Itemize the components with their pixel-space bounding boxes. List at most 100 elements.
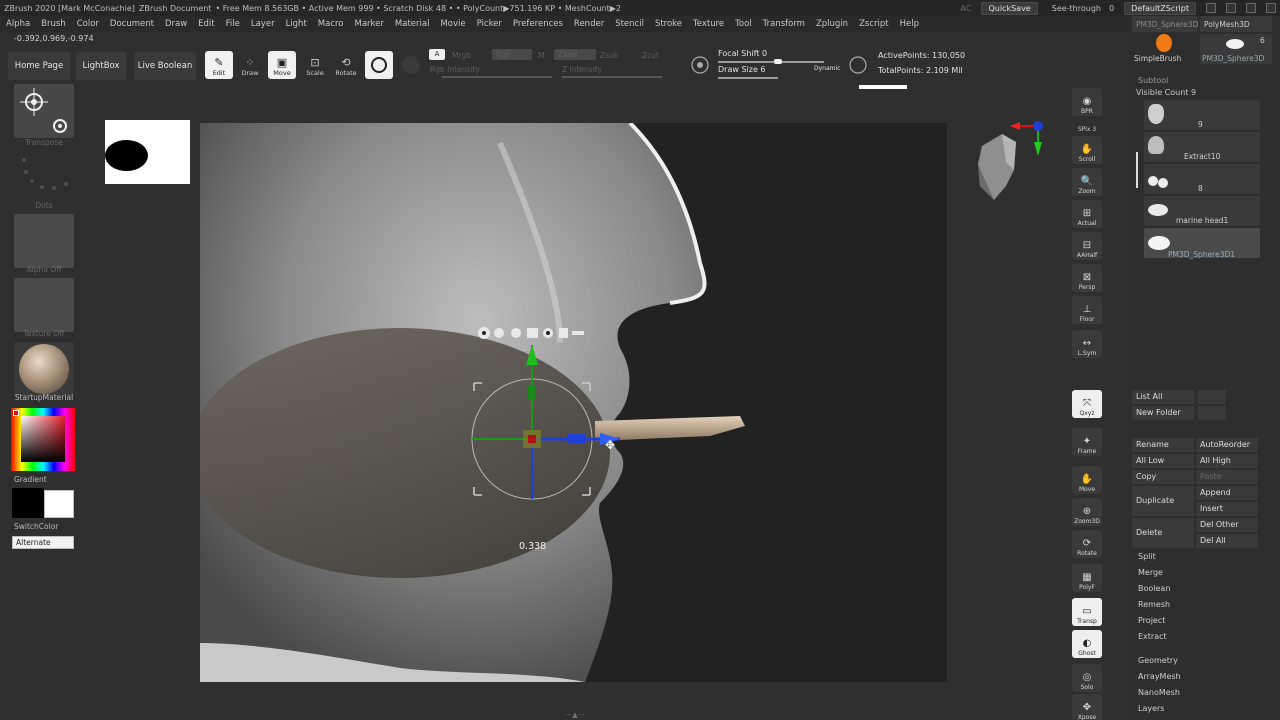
- rename-button[interactable]: Rename: [1132, 438, 1194, 452]
- menu-draw[interactable]: Draw: [165, 19, 187, 29]
- maximize-icon[interactable]: [1246, 3, 1256, 13]
- extract-section[interactable]: Extract: [1138, 632, 1167, 641]
- bottom-tray-handle-icon[interactable]: ···▲···: [530, 712, 620, 719]
- dock-zoom3d-button[interactable]: ⊕ Zoom3D: [1072, 498, 1102, 526]
- menu-material[interactable]: Material: [395, 19, 430, 29]
- transpose-button[interactable]: [14, 84, 74, 138]
- help-icon[interactable]: [1206, 3, 1216, 13]
- dock-polyf-button[interactable]: ▦ PolyF: [1072, 564, 1102, 592]
- dynamic-button[interactable]: Dynamic: [814, 65, 840, 72]
- edit-button[interactable]: ✎ Edit: [205, 51, 233, 79]
- dock-l-sym-button[interactable]: ↔ L.Sym: [1072, 330, 1102, 358]
- list-all-button[interactable]: List All: [1132, 390, 1194, 404]
- focal-shift-slider[interactable]: Focal Shift 0: [718, 49, 767, 58]
- subtool-item[interactable]: 9: [1144, 100, 1260, 130]
- dock-actual-button[interactable]: ⊞ Actual: [1072, 200, 1102, 228]
- menu-preferences[interactable]: Preferences: [513, 19, 563, 29]
- insert-button[interactable]: Insert: [1196, 502, 1258, 516]
- texture-button[interactable]: [14, 278, 74, 332]
- dock-transp-button[interactable]: ▭ Transp: [1072, 598, 1102, 626]
- subtool-item[interactable]: Extract10: [1144, 132, 1260, 162]
- geometry-section[interactable]: Geometry: [1138, 656, 1178, 665]
- dock-xpose-button[interactable]: ✥ Xpose: [1072, 694, 1102, 720]
- dock-qxyz-button[interactable]: ⤧ Qxyz: [1072, 390, 1102, 418]
- boolean-section[interactable]: Boolean: [1138, 584, 1170, 593]
- move-button[interactable]: ▣ Move: [268, 51, 296, 79]
- lightbox-button[interactable]: LightBox: [76, 52, 126, 80]
- brush-size-icon[interactable]: [848, 55, 868, 75]
- autoreorder-button[interactable]: AutoReorder: [1196, 438, 1258, 452]
- see-through-slider[interactable]: See-through 0: [1048, 4, 1114, 13]
- dock-solo-button[interactable]: ◎ Solo: [1072, 664, 1102, 692]
- material-button[interactable]: [14, 342, 74, 396]
- menu-alpha[interactable]: Alpha: [6, 19, 30, 29]
- dock-persp-button[interactable]: ⊠ Persp: [1072, 264, 1102, 292]
- subtool-item[interactable]: marine head1: [1144, 196, 1260, 226]
- copy-button[interactable]: Copy: [1132, 470, 1194, 484]
- live-boolean-button[interactable]: Live Boolean: [134, 52, 196, 80]
- menu-brush[interactable]: Brush: [41, 19, 66, 29]
- dock-ghost-button[interactable]: ◐ Ghost: [1072, 630, 1102, 658]
- dock-zoom-button[interactable]: 🔍 Zoom: [1072, 168, 1102, 196]
- paste-button[interactable]: Paste: [1196, 470, 1258, 484]
- dock-floor-button[interactable]: ⊥ Floor: [1072, 296, 1102, 324]
- switchcolor-button[interactable]: SwitchColor: [14, 522, 74, 531]
- focal-shift-icon[interactable]: [690, 55, 710, 75]
- viewport-canvas[interactable]: ✥: [200, 123, 947, 682]
- menu-stroke[interactable]: Stroke: [655, 19, 682, 29]
- tool-thumb-pm3d[interactable]: PM3D_Sphere3D: [1132, 16, 1198, 32]
- draw-size-slider[interactable]: Draw Size 6: [718, 65, 766, 74]
- m-button[interactable]: M: [538, 51, 544, 60]
- draw-button[interactable]: ⁘ Draw: [236, 51, 264, 79]
- split-section[interactable]: Split: [1138, 552, 1156, 561]
- menu-transform[interactable]: Transform: [763, 19, 805, 29]
- quicksave-button[interactable]: QuickSave: [981, 1, 1038, 15]
- zadd-button[interactable]: Zadd: [554, 49, 596, 60]
- alpha-button[interactable]: [14, 214, 74, 268]
- z-intensity-slider[interactable]: Z Intensity: [562, 65, 602, 74]
- subtool-header[interactable]: Subtool: [1138, 76, 1168, 85]
- menu-help[interactable]: Help: [900, 19, 919, 29]
- rotate-button[interactable]: ⟲ Rotate: [332, 51, 360, 79]
- layers-section[interactable]: Layers: [1138, 704, 1164, 713]
- nanomesh-section[interactable]: NanoMesh: [1138, 688, 1180, 697]
- menu-edit[interactable]: Edit: [198, 19, 214, 29]
- alpha-a-icon[interactable]: A: [429, 49, 445, 60]
- secondary-color-swatch[interactable]: [44, 490, 74, 518]
- primary-color-swatch[interactable]: [12, 488, 44, 518]
- dock-frame-button[interactable]: ✦ Frame: [1072, 428, 1102, 456]
- rgb-intensity-slider[interactable]: Rgb Intensity: [430, 65, 480, 74]
- dock-bpr-button[interactable]: ◉ BPR: [1072, 88, 1102, 116]
- menu-zplugin[interactable]: Zplugin: [816, 19, 848, 29]
- mrgb-button[interactable]: Mrgb: [452, 51, 471, 60]
- material-sphere-icon[interactable]: [402, 56, 420, 74]
- dock-move-button[interactable]: ✋ Move: [1072, 466, 1102, 494]
- home-page-button[interactable]: Home Page: [8, 52, 70, 80]
- minimize-icon[interactable]: [1226, 3, 1236, 13]
- dock-spix-3-button[interactable]: SPix 3: [1072, 120, 1102, 134]
- duplicate-button[interactable]: Duplicate: [1132, 486, 1194, 516]
- menu-texture[interactable]: Texture: [693, 19, 724, 29]
- gizmo-toggle-button[interactable]: [365, 51, 393, 79]
- focal-shift-knob[interactable]: [774, 59, 782, 64]
- append-button[interactable]: Append: [1196, 486, 1258, 500]
- dock-rotate-button[interactable]: ⟳ Rotate: [1072, 530, 1102, 558]
- orientation-head-icon[interactable]: [968, 116, 1050, 206]
- close-icon[interactable]: [1266, 3, 1276, 13]
- menu-file[interactable]: File: [226, 19, 240, 29]
- menu-render[interactable]: Render: [574, 19, 604, 29]
- alternate-button[interactable]: Alternate: [12, 536, 74, 549]
- dock-aahalf-button[interactable]: ⊟ AAHalf: [1072, 232, 1102, 260]
- scale-button[interactable]: ⊡ Scale: [301, 51, 329, 79]
- navigation-preview[interactable]: [105, 120, 190, 184]
- dock-scroll-button[interactable]: ✋ Scroll: [1072, 136, 1102, 164]
- menu-movie[interactable]: Movie: [440, 19, 465, 29]
- rgb-button[interactable]: Rgb: [492, 49, 532, 60]
- all-high-button[interactable]: All High: [1196, 454, 1258, 468]
- color-picker[interactable]: [11, 408, 75, 471]
- polymesh-button[interactable]: 6 PM3D_Sphere3D: [1200, 34, 1272, 64]
- subtool-scrollbar[interactable]: [1136, 152, 1138, 188]
- del-all-button[interactable]: Del All: [1196, 534, 1258, 548]
- menu-layer[interactable]: Layer: [251, 19, 275, 29]
- menu-stencil[interactable]: Stencil: [615, 19, 644, 29]
